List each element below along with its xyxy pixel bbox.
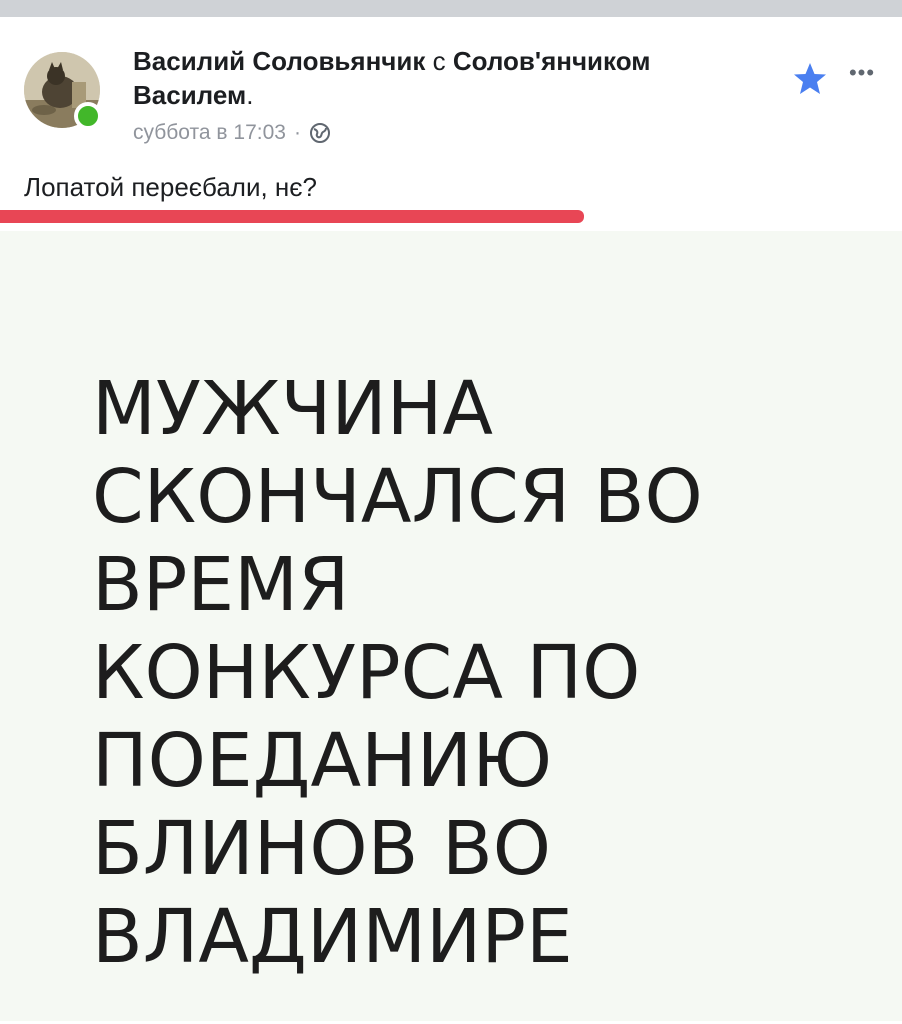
more-options-button[interactable]: ••• [844, 62, 880, 89]
headline-line: КОНКУРСА ПО [92, 630, 641, 716]
headline-line: ВРЕМЯ [92, 542, 350, 628]
meta-separator: · [293, 121, 301, 144]
headline-line: МУЖЧИНА [92, 366, 494, 452]
headline-line: ВЛАДИМИРЕ [92, 894, 573, 980]
post-header-title: Василий Соловьянчик с Солов'янчиком Васи… [133, 44, 773, 112]
post-image[interactable]: МУЖЧИНА СКОНЧАЛСЯ ВО ВРЕМЯ КОНКУРСА ПО П… [0, 231, 902, 1021]
headline-line: СКОНЧАЛСЯ ВО [92, 454, 703, 540]
star-icon[interactable] [792, 61, 828, 97]
post-timestamp[interactable]: суббота в 17:03 [133, 121, 286, 145]
feed-separator [0, 0, 902, 17]
post-meta: суббота в 17:03 · [133, 121, 331, 145]
page: Василий Соловьянчик с Солов'янчиком Васи… [0, 0, 902, 1024]
online-status-indicator [74, 102, 102, 130]
author-name[interactable]: Василий Соловьянчик [133, 46, 425, 76]
author-avatar[interactable] [24, 52, 102, 130]
headline-line: ПОЕДАНИЮ [92, 718, 552, 804]
red-underline-highlight [0, 210, 584, 223]
image-headline: МУЖЧИНА СКОНЧАЛСЯ ВО ВРЕМЯ КОНКУРСА ПО П… [92, 365, 703, 981]
title-period: . [246, 80, 254, 110]
post-text: Лопатой переєбали, нє? [24, 172, 318, 202]
headline-line: БЛИНОВ ВО [92, 806, 551, 892]
with-connector: с [425, 46, 453, 76]
globe-icon[interactable] [309, 122, 331, 144]
post-card: Василий Соловьянчик с Солов'янчиком Васи… [0, 17, 902, 1024]
